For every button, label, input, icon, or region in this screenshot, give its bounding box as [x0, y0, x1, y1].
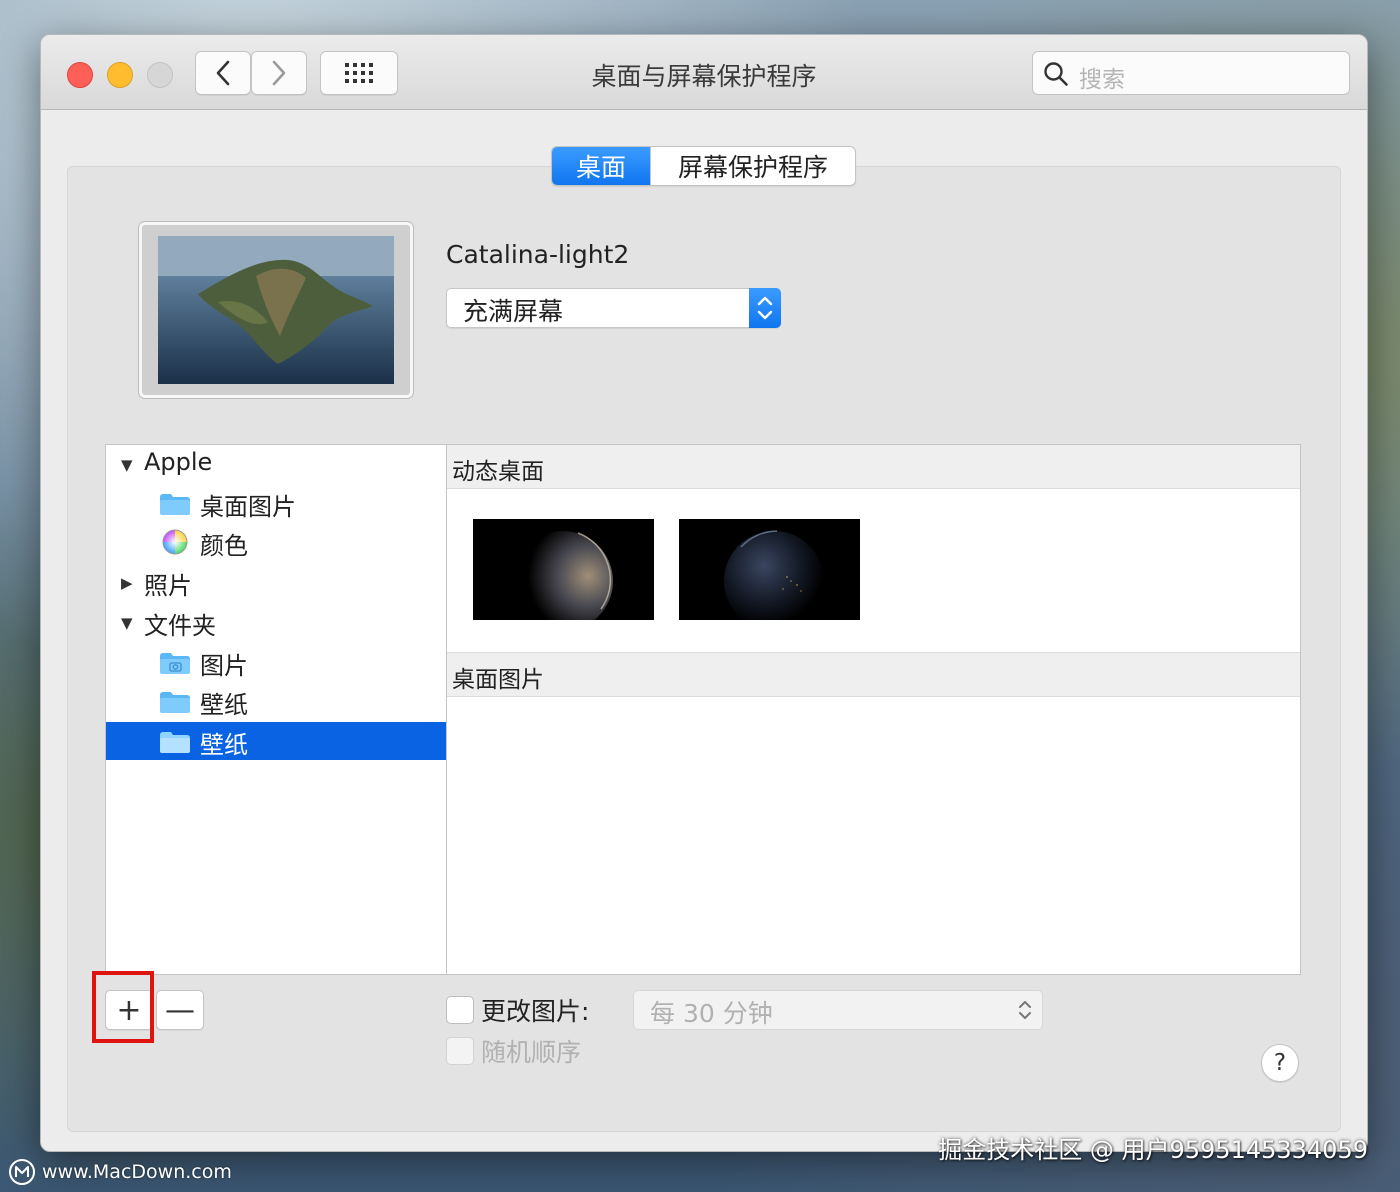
section-title: 动态桌面 [452, 459, 544, 485]
sidebar-item-apple[interactable]: ▼ Apple [106, 445, 446, 483]
disclosure-triangle-down-icon[interactable]: ▼ [121, 614, 133, 632]
earth-day-image [513, 531, 613, 620]
tab-screen-saver[interactable]: 屏幕保护程序 [650, 147, 855, 185]
change-picture-label: 更改图片: [481, 997, 590, 1026]
select-arrows-icon [1019, 1001, 1031, 1019]
random-order-checkbox[interactable] [446, 1037, 474, 1065]
sidebar-item-folders[interactable]: ▼ 文件夹 [106, 603, 446, 641]
highlight-box [92, 971, 154, 1043]
section-header-dynamic-desktop: 动态桌面 [447, 445, 1300, 489]
pictures-folder-icon [160, 653, 190, 674]
sidebar-item-label: Apple [144, 448, 213, 476]
remove-folder-button[interactable]: — [156, 990, 204, 1030]
folder-icon [160, 692, 190, 713]
sidebar-item-label: 图片 [200, 652, 248, 680]
title-bar: 桌面与屏幕保护程序 搜索 [41, 35, 1367, 110]
source-list: ▼ Apple 桌面图片 颜色 ▶ 照片 ▼ 文件夹 图片 壁纸 壁纸 [105, 444, 446, 975]
search-icon [1044, 62, 1068, 86]
disclosure-triangle-right-icon[interactable]: ▶ [121, 574, 133, 592]
sidebar-item-wallpaper[interactable]: 壁纸 [106, 682, 446, 720]
desktop-preview [139, 222, 413, 398]
sidebar-item-label: 桌面图片 [200, 493, 296, 521]
folder-icon [160, 494, 190, 515]
watermark-juejin: 掘金技术社区 @ 用户9595145334059 [938, 1136, 1368, 1164]
dynamic-wallpaper-thumbnail[interactable] [679, 519, 860, 620]
fit-mode-select[interactable]: 充满屏幕 [446, 288, 781, 328]
watermark-macdown-text: www.MacDown.com [42, 1161, 232, 1183]
tab-bar: 桌面 屏幕保护程序 [551, 146, 856, 186]
help-button[interactable]: ? [1261, 1044, 1299, 1082]
sidebar-item-label: 颜色 [200, 532, 248, 560]
search-placeholder: 搜索 [1079, 67, 1125, 93]
dynamic-wallpaper-thumbnail[interactable] [473, 519, 654, 620]
folder-icon [160, 732, 190, 753]
sidebar-item-desktop-pictures[interactable]: 桌面图片 [106, 484, 446, 522]
island-image [158, 236, 394, 384]
macdown-logo-icon [9, 1159, 35, 1185]
picture-name: Catalina-light2 [446, 240, 630, 269]
select-arrows-icon [749, 288, 781, 328]
section-title: 桌面图片 [452, 667, 544, 693]
sidebar-item-pictures[interactable]: 图片 [106, 643, 446, 681]
sidebar-item-wallpaper-selected[interactable]: 壁纸 [106, 722, 446, 760]
desktop-preview-image [158, 236, 394, 384]
color-wheel-icon [162, 529, 188, 555]
disclosure-triangle-down-icon[interactable]: ▼ [121, 456, 133, 474]
sidebar-item-label: 壁纸 [200, 731, 248, 759]
section-header-desktop-pictures: 桌面图片 [447, 652, 1300, 697]
sidebar-item-colors[interactable]: 颜色 [106, 523, 446, 561]
watermark-macdown: www.MacDown.com [8, 1157, 232, 1187]
system-preferences-window: 桌面与屏幕保护程序 搜索 桌面 屏幕保护程序 Catalina-light2 充… [40, 34, 1368, 1152]
earth-night-image [724, 530, 824, 620]
fit-mode-value: 充满屏幕 [463, 297, 564, 326]
random-order-label: 随机顺序 [481, 1038, 582, 1067]
change-picture-checkbox[interactable] [446, 996, 474, 1024]
tab-desktop[interactable]: 桌面 [552, 147, 650, 185]
picture-browser: 动态桌面 桌面图片 [446, 444, 1301, 975]
change-interval-value: 每 30 分钟 [650, 999, 773, 1028]
change-interval-select[interactable]: 每 30 分钟 [633, 990, 1043, 1030]
sidebar-item-photos[interactable]: ▶ 照片 [106, 563, 446, 601]
sidebar-item-label: 文件夹 [144, 612, 216, 640]
search-input[interactable]: 搜索 [1032, 51, 1350, 95]
sidebar-item-label: 照片 [144, 572, 192, 600]
sidebar-item-label: 壁纸 [200, 691, 248, 719]
